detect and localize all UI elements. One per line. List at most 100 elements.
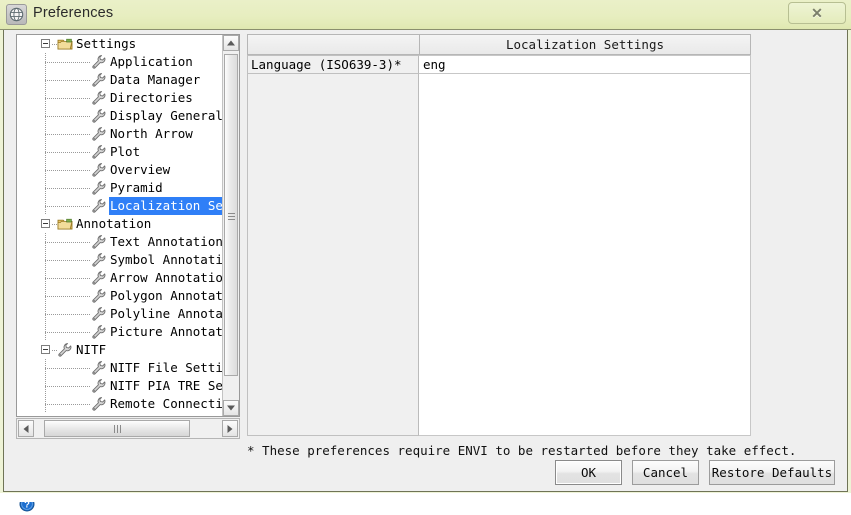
property-row: Language (ISO639-3)* eng [247,55,751,74]
settings-panel-title: Localization Settings [419,34,751,55]
tree-item-directories[interactable]: Directories [17,89,223,107]
close-button[interactable]: ✕ [788,2,846,24]
tree-item-label: Pyramid [110,180,163,195]
tree-item-localization-settings[interactable]: Localization Settings [17,197,223,215]
tree-item-nitf[interactable]: NITF [17,341,223,359]
property-grid-empty-values [419,74,751,436]
tree-item-label: Remote Connectivity [110,396,223,411]
tree-item-label: Data Manager [110,72,201,87]
tree-connector-line [45,332,91,333]
wrench-icon [91,108,107,124]
tree-item-label: Picture Annotation [110,324,223,339]
tree-item-label: Localization Settings [109,197,223,215]
wrench-icon [91,234,107,250]
tree-item-remote-connectivity[interactable]: Remote Connectivity [17,395,223,413]
tree-item-label: North Arrow [110,126,193,141]
ok-button[interactable]: OK [555,460,622,485]
preferences-tree[interactable]: Settings Application Data Manager Directori… [16,34,240,417]
scroll-left-arrow[interactable] [18,420,34,437]
settings-header-row: Localization Settings [247,34,751,55]
tree-item-label: NITF File Settings [110,360,223,375]
title-bar: Preferences ✕ [0,0,851,30]
tree-item-data-manager[interactable]: Data Manager [17,71,223,89]
scroll-grip-line [228,216,235,217]
tree-item-label: Polyline Annotation [110,306,223,321]
scroll-grip-line [228,213,235,214]
tree-item-label: Arrow Annotation [110,270,223,285]
wrench-icon [91,162,107,178]
tree-item-plot[interactable]: Plot [17,143,223,161]
wrench-icon [91,90,107,106]
scroll-grip-line [228,219,235,220]
tree-item-annotation[interactable]: Annotation [17,215,223,233]
tree-connector-line [45,386,91,387]
scroll-down-arrow[interactable] [223,400,239,416]
tree-content: Settings Application Data Manager Directori… [17,35,223,416]
tree-item-symbol-annotation[interactable]: Symbol Annotation [17,251,223,269]
tree-item-nitf-file-settings[interactable]: NITF File Settings [17,359,223,377]
wrench-icon [91,252,107,268]
tree-item-label: Plot [110,144,141,159]
wrench-icon [91,198,107,214]
tree-connector-line [45,188,91,189]
scroll-up-arrow[interactable] [223,35,239,51]
tree-connector-line [45,206,91,207]
language-value-field[interactable]: eng [419,55,751,74]
tree-item-label: Display General [110,108,223,123]
tree-connector-line [45,134,91,135]
language-label: Language (ISO639-3)* [247,55,419,74]
tree-item-display-general[interactable]: Display General [17,107,223,125]
tree-connector-line [45,296,91,297]
footnote-text: * These preferences require ENVI to be r… [247,443,797,458]
window-title: Preferences [33,5,114,21]
tree-item-settings[interactable]: Settings [17,35,223,53]
tree-item-label: Settings [76,36,137,51]
tree-item-picture-annotation[interactable]: Picture Annotation [17,323,223,341]
property-grid-empty-labels [247,74,419,436]
tree-item-overview[interactable]: Overview [17,161,223,179]
preferences-dialog: Preferences ✕ Settings Application Data Ma… [0,0,851,512]
tree-vertical-scroll-thumb[interactable] [224,54,238,376]
tree-item-label: Overview [110,162,171,177]
tree-item-label: Symbol Annotation [110,252,223,267]
wrench-icon [91,270,107,286]
scroll-grip-line [117,425,118,433]
wrench-icon [57,342,73,358]
tree-vertical-scrollbar[interactable] [222,35,239,416]
tree-item-label: Text Annotation [110,234,223,249]
tree-horizontal-scroll-thumb[interactable] [44,420,190,437]
close-icon: ✕ [811,5,823,21]
tree-item-text-annotation[interactable]: Text Annotation [17,233,223,251]
wrench-icon [91,54,107,70]
tree-connector-line [45,368,91,369]
wrench-icon [91,180,107,196]
restore-defaults-button[interactable]: Restore Defaults [709,460,835,485]
scroll-down-arrow-glyph [227,405,235,411]
settings-header-spacer [247,34,419,55]
wrench-icon [91,306,107,322]
scroll-left-arrow-glyph [23,424,29,433]
tree-item-north-arrow[interactable]: North Arrow [17,125,223,143]
tree-horizontal-scrollbar[interactable] [16,418,240,439]
tree-item-label: NITF PIA TRE Settings [110,378,223,393]
tree-item-application[interactable]: Application [17,53,223,71]
scroll-right-arrow[interactable] [222,420,238,437]
tree-item-pyramid[interactable]: Pyramid [17,179,223,197]
wrench-icon [91,144,107,160]
tree-connector-line [45,62,91,63]
tree-connector-line [45,404,91,405]
tree-item-arrow-annotation[interactable]: Arrow Annotation [17,269,223,287]
tree-expand-toggle-icon[interactable] [41,219,50,228]
tree-item-polyline-annotation[interactable]: Polyline Annotation [17,305,223,323]
globe-icon [6,4,27,25]
scroll-right-arrow-glyph [227,424,233,433]
tree-expand-toggle-icon[interactable] [41,39,50,48]
tree-expand-toggle-icon[interactable] [41,345,50,354]
wrench-icon [91,126,107,142]
tree-item-polygon-annotation[interactable]: Polygon Annotation [17,287,223,305]
cancel-button[interactable]: Cancel [632,460,699,485]
tree-connector-line [45,152,91,153]
tree-item-nitf-pia-tre-settings[interactable]: NITF PIA TRE Settings [17,377,223,395]
tree-connector-line [45,260,91,261]
tree-connector-line [45,80,91,81]
